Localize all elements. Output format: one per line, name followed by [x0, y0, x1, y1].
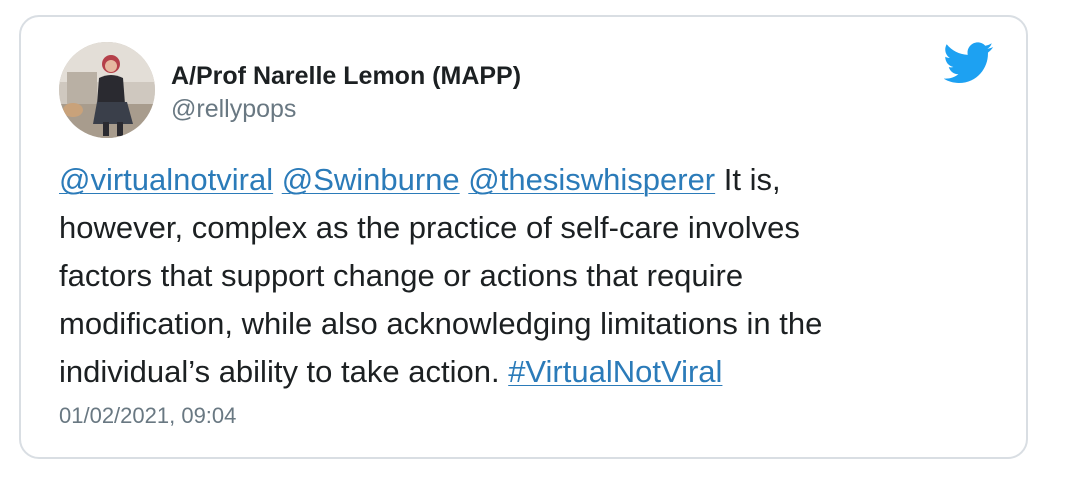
hashtag-link-virtualnotviral[interactable]: #VirtualNotViral: [508, 354, 722, 389]
mention-link-swinburne[interactable]: @Swinburne: [282, 162, 460, 197]
tweet-text-line-2: however, complex as the practice of self…: [59, 210, 800, 245]
author-display-name[interactable]: A/Prof Narelle Lemon (MAPP): [171, 61, 521, 91]
avatar-photo: [59, 42, 155, 138]
tweet-card: A/Prof Narelle Lemon (MAPP) @rellypops @…: [19, 15, 1028, 459]
tweet-text: @virtualnotviral @Swinburne @thesiswhisp…: [59, 156, 999, 396]
mention-link-thesiswhisperer[interactable]: @thesiswhisperer: [468, 162, 715, 197]
tweet-timestamp[interactable]: 01/02/2021, 09:04: [59, 403, 236, 429]
tweet-text-line-3: factors that support change or actions t…: [59, 258, 744, 293]
mention-link-virtualnotviral[interactable]: @virtualnotviral: [59, 162, 273, 197]
twitter-bird-icon-graphic: [944, 42, 994, 83]
tweet-text-line-1: It is,: [715, 162, 781, 197]
tweet-text-line-5: individual’s ability to take action.: [59, 354, 509, 389]
author-handle[interactable]: @rellypops: [171, 94, 521, 124]
tweet-text-line-4: modification, while also acknowledging l…: [59, 306, 823, 341]
twitter-bird-icon[interactable]: [944, 42, 994, 84]
author-info: A/Prof Narelle Lemon (MAPP) @rellypops: [171, 61, 521, 124]
avatar[interactable]: [59, 42, 155, 138]
